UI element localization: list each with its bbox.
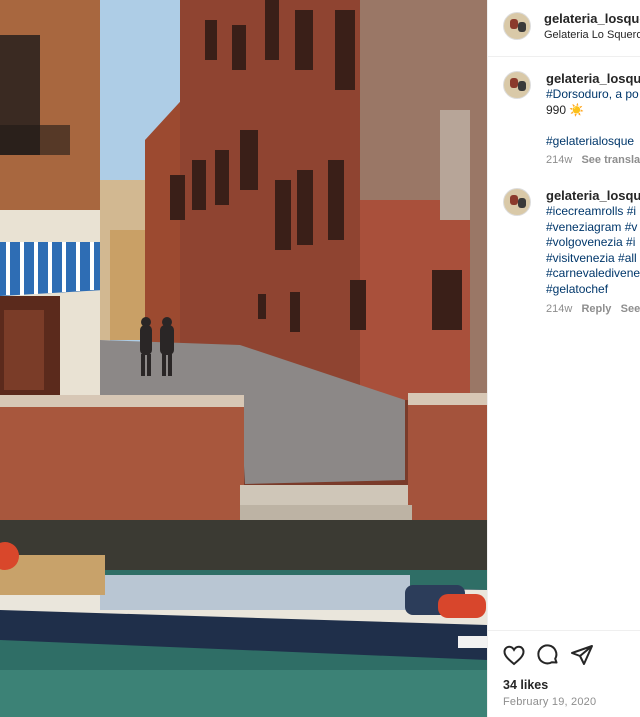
comment-icon[interactable] (536, 643, 560, 667)
see-translation-button[interactable]: See (621, 303, 640, 315)
comment-meta: 214w Reply See (546, 303, 640, 315)
avatar[interactable] (503, 188, 531, 216)
share-icon[interactable] (570, 643, 594, 667)
hashtag-link[interactable]: #carnevaledivene (546, 266, 640, 282)
hashtag-link[interactable]: #gelaterialosque (546, 134, 639, 150)
comment-username[interactable]: gelateria_losque (546, 71, 640, 86)
comment-line: 990 ☀️ (546, 102, 585, 117)
post-date: February 19, 2020 (503, 696, 597, 708)
hashtag-link[interactable]: #icecreamrolls #i (546, 204, 640, 220)
comment-username[interactable]: gelateria_losque (546, 188, 640, 203)
comment-line: #Dorsoduro, a po (546, 87, 639, 101)
header-username[interactable]: gelateria_losque (544, 11, 640, 26)
hashtag-link[interactable]: #visitvenezia #all (546, 251, 640, 267)
avatar[interactable] (503, 71, 531, 99)
comments-panel: gelateria_losque Gelateria Lo Squero gel… (487, 0, 640, 717)
see-translation-button[interactable]: See translat (581, 154, 640, 166)
hashtag-link[interactable]: #veneziagram #v (546, 220, 640, 236)
comment-blank-line (546, 118, 639, 134)
hashtag-link[interactable]: #gelatochef (546, 282, 640, 298)
reply-button[interactable]: Reply (581, 303, 611, 315)
like-icon[interactable] (502, 643, 526, 667)
comment-time: 214w (546, 154, 573, 166)
post-header: gelateria_losque Gelateria Lo Squero (488, 0, 640, 57)
comment-time: 214w (546, 303, 573, 315)
post-photo[interactable] (0, 0, 487, 717)
hashtag-link[interactable]: #volgovenezia #i (546, 235, 640, 251)
comment-meta: 214w See translat (546, 154, 640, 166)
header-location[interactable]: Gelateria Lo Squero (544, 29, 640, 41)
likes-count[interactable]: 34 likes (503, 678, 548, 692)
avatar[interactable] (503, 12, 531, 40)
